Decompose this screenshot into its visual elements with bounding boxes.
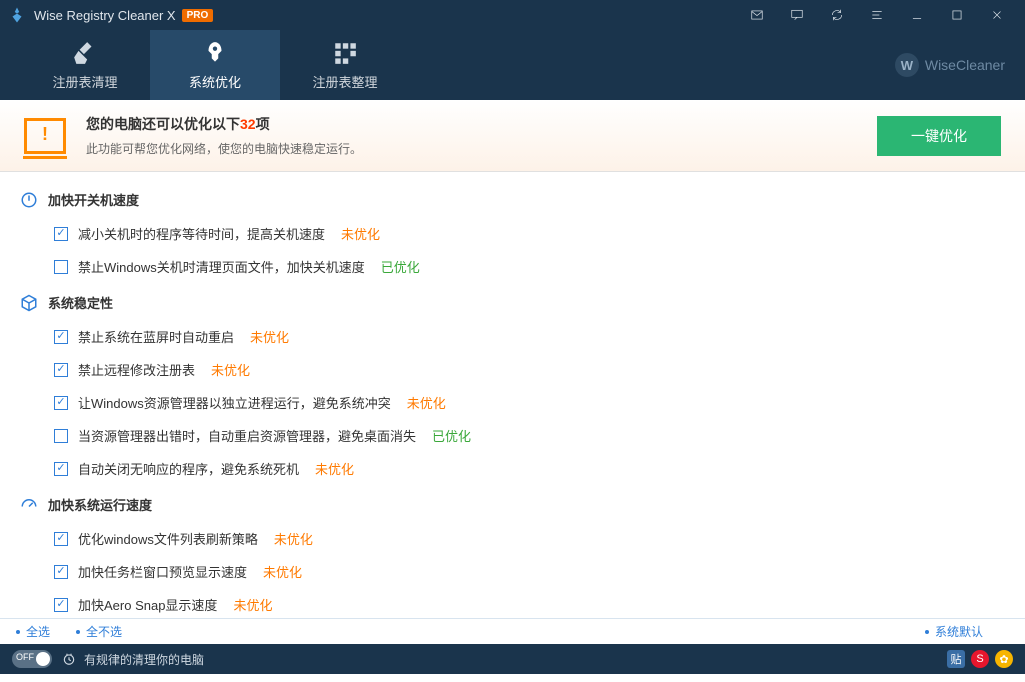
selection-bar: 全选 全不选 系统默认 xyxy=(0,618,1025,644)
tab-label: 注册表整理 xyxy=(312,72,377,91)
broom-icon xyxy=(72,40,98,66)
maximize-button[interactable] xyxy=(937,0,977,30)
item-text: 加快Aero Snap显示速度 xyxy=(78,595,217,614)
checkbox[interactable] xyxy=(54,396,68,410)
speed-icon xyxy=(20,496,38,514)
status-badge: 未优化 xyxy=(211,360,250,379)
power-icon xyxy=(20,191,38,209)
status-badge: 未优化 xyxy=(233,595,272,614)
checkbox[interactable] xyxy=(54,532,68,546)
list-item: 自动关闭无响应的程序，避免系统死机未优化 xyxy=(20,452,1025,485)
tab-label: 系统优化 xyxy=(189,72,241,91)
list-item: 减小关机时的程序等待时间，提高关机速度未优化 xyxy=(20,217,1025,250)
item-text: 优化windows文件列表刷新策略 xyxy=(78,529,258,548)
section-title: 系统稳定性 xyxy=(48,293,113,312)
select-none-link[interactable]: 全不选 xyxy=(86,623,122,640)
app-logo-icon xyxy=(8,6,26,24)
item-text: 禁止Windows关机时清理页面文件，加快关机速度 xyxy=(78,257,365,276)
tab-registry-defrag[interactable]: 注册表整理 xyxy=(280,30,410,100)
checkbox[interactable] xyxy=(54,565,68,579)
grid-icon xyxy=(332,40,358,66)
mail-icon[interactable] xyxy=(737,0,777,30)
checkbox[interactable] xyxy=(54,363,68,377)
alert-monitor-icon: ! xyxy=(24,118,66,154)
close-button[interactable] xyxy=(977,0,1017,30)
schedule-toggle[interactable]: OFF xyxy=(12,650,52,668)
brand-logo-icon: W xyxy=(895,53,919,77)
list-item: 让Windows资源管理器以独立进程运行，避免系统冲突未优化 xyxy=(20,386,1025,419)
status-bar: OFF 有规律的清理你的电脑 贴 S ✿ xyxy=(0,644,1025,674)
rocket-icon xyxy=(202,40,228,66)
item-text: 减小关机时的程序等待时间，提高关机速度 xyxy=(78,224,325,243)
status-badge: 未优化 xyxy=(315,459,354,478)
banner-subtitle: 此功能可帮您优化网络，使您的电脑快速稳定运行。 xyxy=(86,140,877,157)
status-badge: 未优化 xyxy=(263,562,302,581)
tab-label: 注册表清理 xyxy=(52,72,117,91)
list-item: 禁止Windows关机时清理页面文件，加快关机速度已优化 xyxy=(20,250,1025,283)
brand-text: WiseCleaner xyxy=(925,57,1005,73)
checkbox[interactable] xyxy=(54,330,68,344)
section-title: 加快系统运行速度 xyxy=(48,495,152,514)
content-area: 加快开关机速度减小关机时的程序等待时间，提高关机速度未优化禁止Windows关机… xyxy=(0,172,1025,618)
app-title: Wise Registry Cleaner X xyxy=(34,8,176,23)
list-item: 加快Aero Snap显示速度未优化 xyxy=(20,588,1025,618)
titlebar: Wise Registry Cleaner X PRO xyxy=(0,0,1025,30)
status-badge: 未优化 xyxy=(274,529,313,548)
tab-registry-clean[interactable]: 注册表清理 xyxy=(20,30,150,100)
optimize-button[interactable]: 一键优化 xyxy=(877,116,1001,156)
list-item: 禁止系统在蓝屏时自动重启未优化 xyxy=(20,320,1025,353)
social-tieba-icon[interactable]: 贴 xyxy=(947,650,965,668)
feedback-icon[interactable] xyxy=(777,0,817,30)
section-header: 加快开关机速度 xyxy=(20,180,1025,217)
clock-icon xyxy=(62,652,76,666)
item-text: 自动关闭无响应的程序，避免系统死机 xyxy=(78,459,299,478)
system-default-link[interactable]: 系统默认 xyxy=(935,623,983,640)
minimize-button[interactable] xyxy=(897,0,937,30)
list-item: 优化windows文件列表刷新策略未优化 xyxy=(20,522,1025,555)
tab-system-optimize[interactable]: 系统优化 xyxy=(150,30,280,100)
section-header: 加快系统运行速度 xyxy=(20,485,1025,522)
status-badge: 未优化 xyxy=(250,327,289,346)
list-item: 加快任务栏窗口预览显示速度未优化 xyxy=(20,555,1025,588)
list-item: 当资源管理器出错时，自动重启资源管理器，避免桌面消失已优化 xyxy=(20,419,1025,452)
select-all-link[interactable]: 全选 xyxy=(26,623,50,640)
list-item: 禁止远程修改注册表未优化 xyxy=(20,353,1025,386)
social-weibo-icon[interactable]: S xyxy=(971,650,989,668)
navbar: 注册表清理 系统优化 注册表整理 W WiseCleaner xyxy=(0,30,1025,100)
status-badge: 未优化 xyxy=(407,393,446,412)
refresh-icon[interactable] xyxy=(817,0,857,30)
item-text: 禁止远程修改注册表 xyxy=(78,360,195,379)
checkbox[interactable] xyxy=(54,260,68,274)
pro-badge: PRO xyxy=(182,9,214,22)
checkbox[interactable] xyxy=(54,429,68,443)
checkbox[interactable] xyxy=(54,462,68,476)
item-text: 让Windows资源管理器以独立进程运行，避免系统冲突 xyxy=(78,393,391,412)
item-text: 加快任务栏窗口预览显示速度 xyxy=(78,562,247,581)
item-text: 禁止系统在蓝屏时自动重启 xyxy=(78,327,234,346)
status-badge: 已优化 xyxy=(432,426,471,445)
status-badge: 已优化 xyxy=(381,257,420,276)
social-share-icon[interactable]: ✿ xyxy=(995,650,1013,668)
banner: ! 您的电脑还可以优化以下32项 此功能可帮您优化网络，使您的电脑快速稳定运行。… xyxy=(0,100,1025,172)
section-header: 系统稳定性 xyxy=(20,283,1025,320)
checkbox[interactable] xyxy=(54,598,68,612)
menu-icon[interactable] xyxy=(857,0,897,30)
status-badge: 未优化 xyxy=(341,224,380,243)
brand[interactable]: W WiseCleaner xyxy=(895,30,1025,100)
checkbox[interactable] xyxy=(54,227,68,241)
cube-icon xyxy=(20,294,38,312)
section-title: 加快开关机速度 xyxy=(48,190,139,209)
banner-title: 您的电脑还可以优化以下32项 xyxy=(86,114,877,134)
schedule-text: 有规律的清理你的电脑 xyxy=(84,651,204,668)
item-text: 当资源管理器出错时，自动重启资源管理器，避免桌面消失 xyxy=(78,426,416,445)
